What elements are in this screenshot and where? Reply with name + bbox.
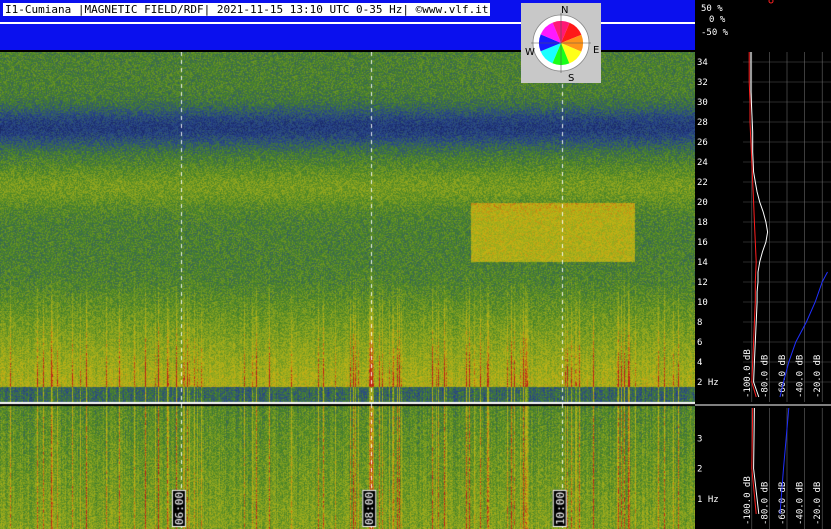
freq-tick-label-lower: 3	[697, 434, 702, 444]
freq-tick-label: 32	[697, 78, 708, 88]
freq-tick-label: 14	[697, 258, 708, 268]
db-tick-lower-label: -20.0 dB	[813, 482, 823, 525]
db-tick-lower-label: -100.0 dB	[743, 476, 753, 525]
percent-label: 50 %	[701, 4, 723, 14]
db-tick-label: -100.0 dB	[743, 349, 753, 398]
db-tick-label: -20.0 dB	[813, 355, 823, 398]
freq-tick-label: 24	[697, 158, 708, 168]
spectrum-level-panel: 50 %0 % -50 % 2 Hz 4 6 8 10 12 14 16 18 20 22 24 26 28 3…	[695, 0, 831, 529]
db-tick-label: -80.0 dB	[760, 355, 770, 398]
db-tick-label: -60.0 dB	[778, 355, 788, 398]
vlf-spectrogram-screen: I1-Cumiana |MAGNETIC FIELD/RDF| 2021-11-…	[0, 0, 831, 529]
percent-label: -50 %	[701, 28, 729, 38]
direction-compass-icon: N E S W	[521, 3, 601, 83]
freq-tick-label: 30	[697, 98, 708, 108]
freq-tick-label-lower: 1 Hz	[697, 495, 719, 505]
percent-label: 0 %	[709, 15, 726, 25]
compass-label-n: N	[561, 5, 568, 16]
chart-title: I1-Cumiana |MAGNETIC FIELD/RDF| 2021-11-…	[3, 3, 491, 16]
freq-tick-label: 12	[697, 278, 708, 288]
freq-tick-label-lower: 2	[697, 465, 702, 475]
side-background	[695, 0, 831, 529]
freq-tick-label: 26	[697, 138, 708, 148]
freq-tick-label: 28	[697, 118, 708, 128]
freq-tick-label: 10	[697, 298, 708, 308]
freq-tick-label: 8	[697, 318, 702, 328]
compass-label-e: E	[593, 45, 599, 56]
compass-label-w: W	[525, 47, 535, 58]
spectrogram-heatmap	[0, 52, 695, 529]
freq-tick-label: 16	[697, 238, 708, 248]
freq-tick-label: 18	[697, 218, 708, 228]
compass-label-s: S	[568, 73, 574, 83]
freq-tick-label: 20	[697, 198, 708, 208]
freq-tick-label: 2 Hz	[697, 378, 719, 388]
freq-tick-label: 4	[697, 358, 702, 368]
db-tick-lower-label: -80.0 dB	[760, 482, 770, 525]
db-tick-label: -40.0 dB	[796, 355, 806, 398]
db-tick-lower-label: -60.0 dB	[778, 482, 788, 525]
db-tick-lower-label: -40.0 dB	[796, 482, 806, 525]
freq-tick-label: 22	[697, 178, 708, 188]
freq-tick-label: 34	[697, 58, 708, 68]
freq-tick-label: 6	[697, 338, 702, 348]
